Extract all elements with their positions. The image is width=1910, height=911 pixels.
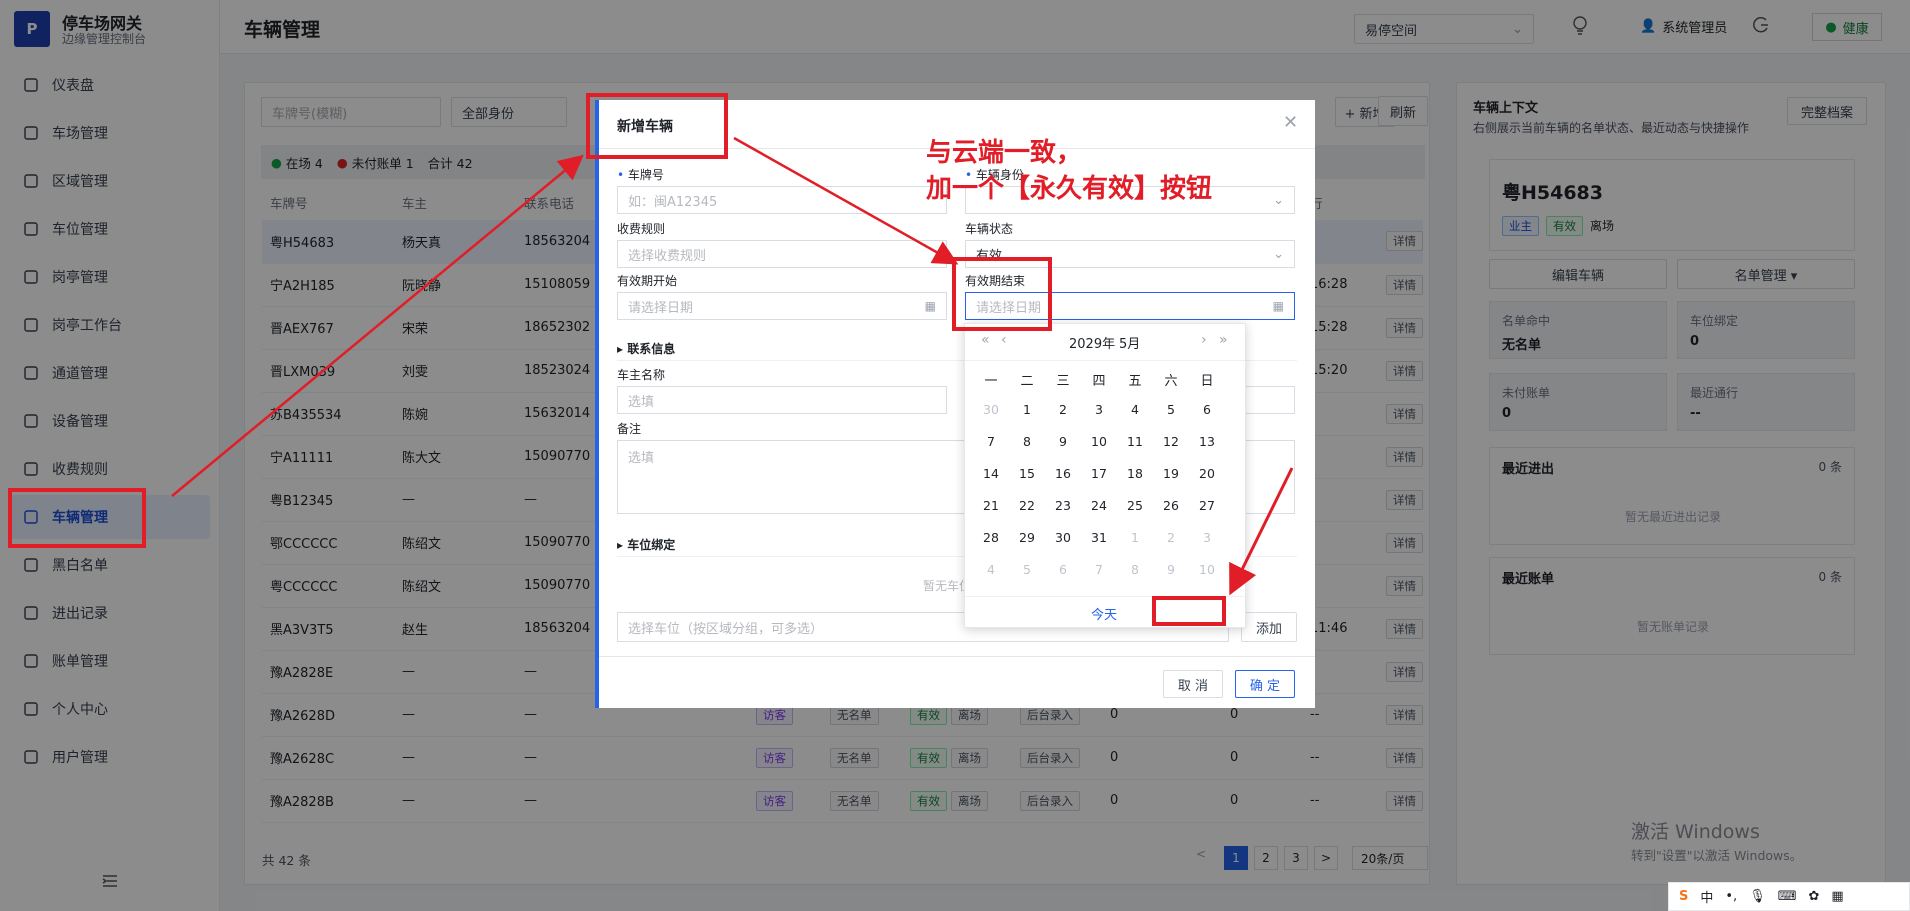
calendar-day[interactable]: 5 <box>1009 562 1045 577</box>
calendar-day[interactable]: 29 <box>1009 530 1045 545</box>
today-button[interactable]: 今天 <box>1091 604 1117 623</box>
calendar-day[interactable]: 6 <box>1045 562 1081 577</box>
calendar-day[interactable]: 8 <box>1009 434 1045 449</box>
calendar-day[interactable]: 12 <box>1153 434 1189 449</box>
calendar-day[interactable]: 24 <box>1081 498 1117 513</box>
remark-label: 备注 <box>617 422 642 436</box>
calendar-day[interactable]: 19 <box>1153 466 1189 481</box>
annotation-box-permanent-button <box>1152 596 1226 626</box>
microphone-icon: 🎙 <box>1749 889 1766 904</box>
next-month-icon[interactable]: › <box>1201 332 1207 348</box>
calendar-day[interactable]: 8 <box>1117 562 1153 577</box>
start-date-label: 有效期开始 <box>617 274 678 288</box>
chevron-down-icon: ⌄ <box>1273 192 1284 208</box>
keyboard-icon: ⌨ <box>1777 889 1797 904</box>
ime-toolbar[interactable]: S 中 •, 🎙 ⌨ ✿ ▦ <box>1668 882 1910 911</box>
calendar-day[interactable]: 20 <box>1189 466 1225 481</box>
calendar-day[interactable]: 2 <box>1153 530 1189 545</box>
chevron-down-icon: ⌄ <box>1273 246 1284 262</box>
close-icon[interactable]: ✕ <box>1283 112 1298 133</box>
calendar-day[interactable]: 3 <box>1189 530 1225 545</box>
caret-right-icon: ▸ <box>617 342 628 356</box>
parking-section-toggle[interactable]: ▸ 车位绑定 <box>617 536 675 553</box>
ime-mode-label: 中 <box>1700 891 1714 906</box>
calendar-day[interactable]: 27 <box>1189 498 1225 513</box>
calendar-day[interactable]: 22 <box>1009 498 1045 513</box>
calendar-year[interactable]: 2029年 <box>1069 333 1115 352</box>
weekday-label: 三 <box>1056 374 1070 389</box>
weekday-label: 二 <box>1020 374 1034 389</box>
fee-rule-select[interactable]: 选择收费规则 <box>617 240 947 268</box>
status-label: 车辆状态 <box>965 222 1014 236</box>
prev-month-icon[interactable]: ‹ <box>1001 332 1007 348</box>
calendar-day[interactable]: 2 <box>1045 402 1081 417</box>
calendar-day[interactable]: 1 <box>1117 530 1153 545</box>
calendar-day[interactable]: 10 <box>1081 434 1117 449</box>
fee-label: 收费规则 <box>617 222 666 236</box>
date-picker-popup: « ‹ 2029年 5月 › » 今天 一二三四五六日 30 1 2 3 4 5 6 7 8 9 10… <box>964 323 1246 628</box>
calendar-day[interactable]: 11 <box>1117 434 1153 449</box>
weekday-label: 一 <box>984 374 998 389</box>
calendar-day[interactable]: 4 <box>1117 402 1153 417</box>
cancel-button[interactable]: 取 消 <box>1163 670 1223 698</box>
calendar-day[interactable]: 1 <box>1009 402 1045 417</box>
calendar-day[interactable]: 28 <box>973 530 1009 545</box>
calendar-day[interactable]: 26 <box>1153 498 1189 513</box>
apps-icon: ▦ <box>1831 889 1844 904</box>
calendar-day[interactable]: 7 <box>1081 562 1117 577</box>
calendar-day[interactable]: 7 <box>973 434 1009 449</box>
calendar-day[interactable]: 18 <box>1117 466 1153 481</box>
calendar-day[interactable]: 5 <box>1153 402 1189 417</box>
calendar-day[interactable]: 6 <box>1189 402 1225 417</box>
calendar-day[interactable]: 23 <box>1045 498 1081 513</box>
start-date-input[interactable]: 请选择日期 ▦ <box>617 292 947 320</box>
calendar-day[interactable]: 31 <box>1081 530 1117 545</box>
calendar-month[interactable]: 5月 <box>1119 333 1140 352</box>
calendar-day[interactable]: 14 <box>973 466 1009 481</box>
annotation-text-line2: 加一个【永久有效】按钮 <box>926 174 1213 204</box>
divider <box>599 656 1315 657</box>
punctuation-icon: •, <box>1725 889 1738 904</box>
calendar-day[interactable]: 25 <box>1117 498 1153 513</box>
calendar-day[interactable]: 16 <box>1045 466 1081 481</box>
confirm-button[interactable]: 确 定 <box>1235 670 1295 698</box>
add-parking-button[interactable]: 添加 <box>1241 612 1297 642</box>
calendar-icon: ▦ <box>1272 299 1284 313</box>
divider <box>965 360 1245 361</box>
calendar-day[interactable]: 30 <box>973 402 1009 417</box>
calendar-day[interactable]: 10 <box>1189 562 1225 577</box>
calendar-day[interactable]: 15 <box>1009 466 1045 481</box>
calendar-icon: ▦ <box>924 299 936 313</box>
weekday-label: 日 <box>1200 374 1214 389</box>
plate-label: 车牌号 <box>617 166 664 183</box>
annotation-box-end-date <box>952 257 1052 331</box>
sogou-logo-icon: S <box>1679 889 1689 904</box>
owner-label: 车主名称 <box>617 368 666 382</box>
weekday-label: 四 <box>1092 374 1106 389</box>
weekday-label: 五 <box>1128 374 1142 389</box>
skin-icon: ✿ <box>1808 889 1820 904</box>
calendar-day[interactable]: 4 <box>973 562 1009 577</box>
owner-input[interactable]: 选填 <box>617 386 947 414</box>
plate-input[interactable]: 如：闽A12345 <box>617 186 947 214</box>
annotation-text-line1: 与云端一致， <box>926 138 1083 168</box>
calendar-day[interactable]: 30 <box>1045 530 1081 545</box>
caret-right-icon: ▸ <box>617 538 628 552</box>
calendar-day[interactable]: 13 <box>1189 434 1225 449</box>
calendar-day[interactable]: 3 <box>1081 402 1117 417</box>
annotation-box-title <box>586 93 728 159</box>
weekday-label: 六 <box>1164 374 1178 389</box>
calendar-day[interactable]: 21 <box>973 498 1009 513</box>
next-year-icon[interactable]: » <box>1219 332 1228 348</box>
prev-year-icon[interactable]: « <box>981 332 990 348</box>
annotation-box-nav <box>8 488 146 548</box>
calendar-day[interactable]: 9 <box>1045 434 1081 449</box>
calendar-day[interactable]: 17 <box>1081 466 1117 481</box>
calendar-day[interactable]: 9 <box>1153 562 1189 577</box>
contact-section-toggle[interactable]: ▸ 联系信息 <box>617 340 675 357</box>
